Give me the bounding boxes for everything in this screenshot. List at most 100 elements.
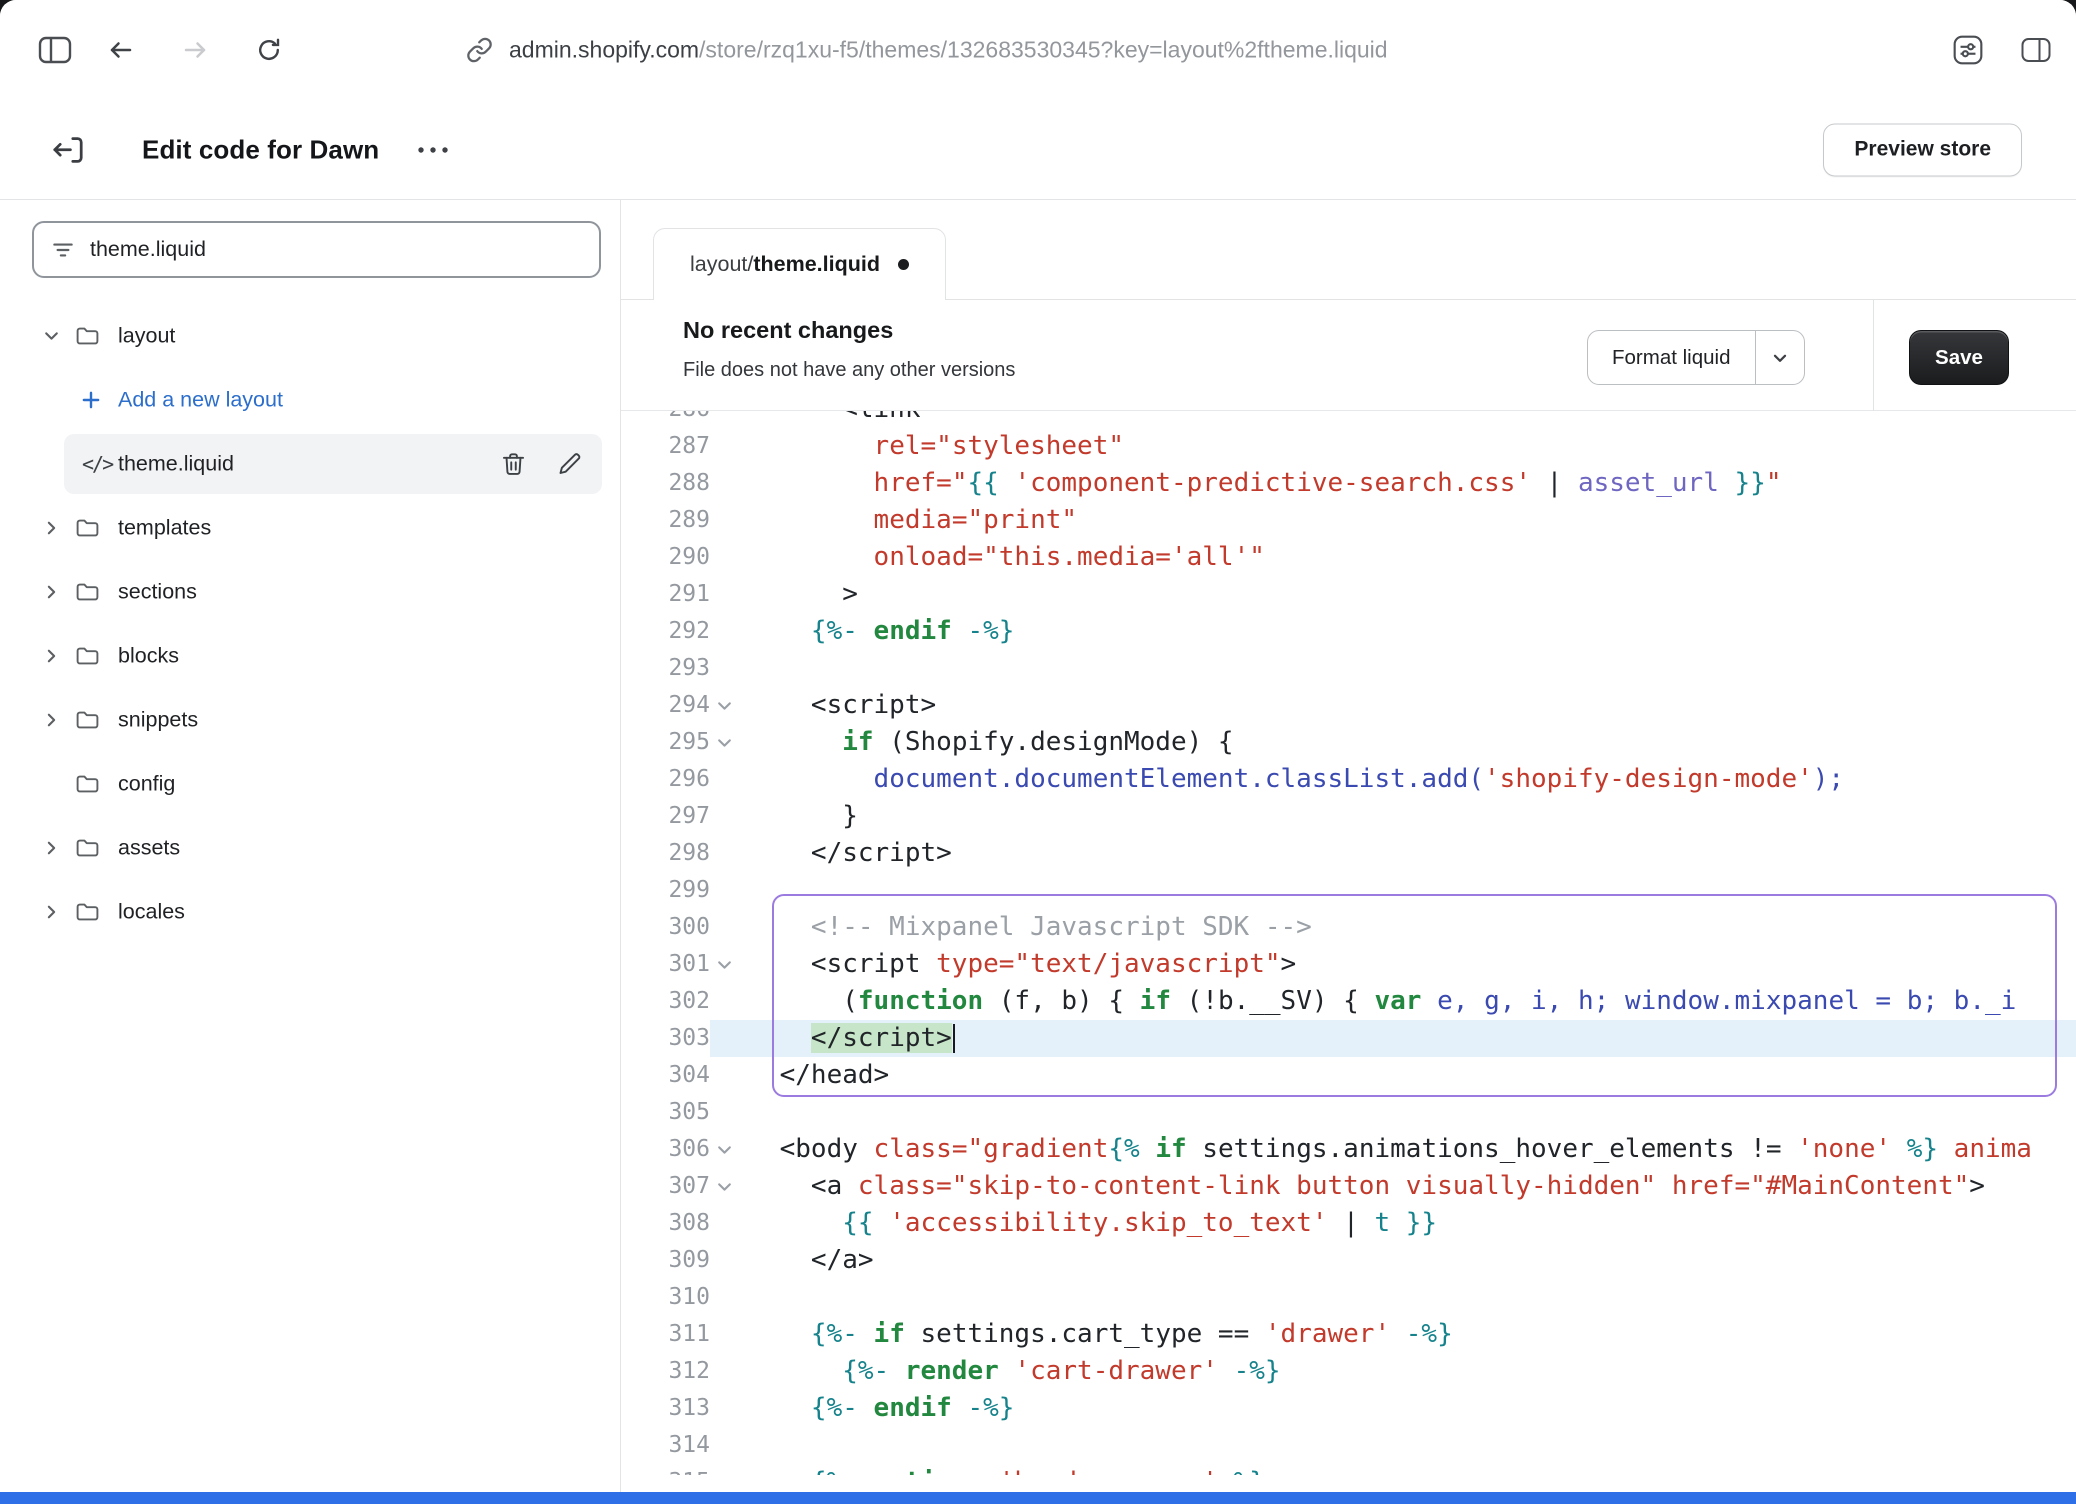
- code-text[interactable]: href="{{ 'component-predictive-search.cs…: [710, 465, 2076, 502]
- fold-chevron-icon[interactable]: [716, 1141, 733, 1158]
- code-text[interactable]: </a>: [710, 1242, 2076, 1279]
- code-text[interactable]: [710, 1427, 2076, 1464]
- sidebar-item-sections[interactable]: sections: [0, 560, 620, 624]
- chevron-down-icon[interactable]: [42, 327, 61, 346]
- fold-chevron-icon[interactable]: [716, 697, 733, 714]
- code-line-299[interactable]: 299: [621, 872, 2076, 909]
- more-options-button[interactable]: [416, 145, 450, 155]
- add-layout-button[interactable]: Add a new layout: [0, 368, 620, 432]
- code-line-309[interactable]: 309 </a>: [621, 1242, 2076, 1279]
- code-line-287[interactable]: 287 rel="stylesheet": [621, 428, 2076, 465]
- code-text[interactable]: {%- endif -%}: [710, 1390, 2076, 1427]
- delete-file-button[interactable]: [500, 451, 527, 478]
- url-field[interactable]: admin.shopify.com/store/rzq1xu-f5/themes…: [466, 37, 1388, 64]
- code-line-298[interactable]: 298 </script>: [621, 835, 2076, 872]
- code-text[interactable]: {%- endif -%}: [710, 613, 2076, 650]
- code-text[interactable]: media="print": [710, 502, 2076, 539]
- rename-file-button[interactable]: [556, 451, 583, 478]
- code-text[interactable]: document.documentElement.classList.add('…: [710, 761, 2076, 798]
- code-line-311[interactable]: 311 {%- if settings.cart_type == 'drawer…: [621, 1316, 2076, 1353]
- code-line-297[interactable]: 297 }: [621, 798, 2076, 835]
- code-text[interactable]: <script type="text/javascript">: [710, 946, 2076, 983]
- code-text[interactable]: <body class="gradient{% if settings.anim…: [710, 1131, 2076, 1168]
- chevron-down-icon[interactable]: [1756, 348, 1804, 368]
- code-text[interactable]: {% sections 'header-group' %}: [710, 1464, 2076, 1475]
- code-text[interactable]: {%- render 'cart-drawer' -%}: [710, 1353, 2076, 1390]
- code-text[interactable]: [710, 1279, 2076, 1316]
- back-icon[interactable]: [106, 35, 136, 65]
- code-text[interactable]: {{ 'accessibility.skip_to_text' | t }}: [710, 1205, 2076, 1242]
- extensions-icon[interactable]: [1952, 34, 1984, 66]
- code-text[interactable]: <script>: [710, 687, 2076, 724]
- sidebar-item-blocks[interactable]: blocks: [0, 624, 620, 688]
- code-line-302[interactable]: 302 (function (f, b) { if (!b.__SV) { va…: [621, 983, 2076, 1020]
- chevron-right-icon[interactable]: [42, 647, 61, 666]
- code-line-315[interactable]: 315 {% sections 'header-group' %}: [621, 1464, 2076, 1475]
- reload-icon[interactable]: [254, 35, 284, 65]
- file-search-input[interactable]: [90, 237, 583, 262]
- format-liquid-button[interactable]: Format liquid: [1587, 330, 1805, 385]
- fold-chevron-icon[interactable]: [716, 956, 733, 973]
- code-line-313[interactable]: 313 {%- endif -%}: [621, 1390, 2076, 1427]
- code-text[interactable]: </script>: [710, 835, 2076, 872]
- preview-store-button[interactable]: Preview store: [1823, 123, 2022, 176]
- sidebar-toggle-icon[interactable]: [38, 35, 72, 65]
- code-line-290[interactable]: 290 onload="this.media='all'": [621, 539, 2076, 576]
- sidebar-item-theme-liquid[interactable]: </>theme.liquid: [0, 432, 620, 496]
- sidebar-item-layout[interactable]: layout: [0, 304, 620, 368]
- sidebar-item-config[interactable]: config: [0, 752, 620, 816]
- save-button[interactable]: Save: [1909, 330, 2009, 385]
- fold-chevron-icon[interactable]: [716, 734, 733, 751]
- code-text[interactable]: [710, 1094, 2076, 1131]
- code-text[interactable]: onload="this.media='all'": [710, 539, 2076, 576]
- code-line-293[interactable]: 293: [621, 650, 2076, 687]
- code-line-288[interactable]: 288 href="{{ 'component-predictive-searc…: [621, 465, 2076, 502]
- code-text[interactable]: (function (f, b) { if (!b.__SV) { var e,…: [710, 983, 2076, 1020]
- code-line-312[interactable]: 312 {%- render 'cart-drawer' -%}: [621, 1353, 2076, 1390]
- sidebar-item-assets[interactable]: assets: [0, 816, 620, 880]
- code-text[interactable]: <!-- Mixpanel Javascript SDK -->: [710, 909, 2076, 946]
- exit-button[interactable]: [50, 132, 86, 168]
- code-text[interactable]: if (Shopify.designMode) {: [710, 724, 2076, 761]
- code-text[interactable]: <link: [710, 411, 2076, 428]
- code-editor[interactable]: 286 <link287 rel="stylesheet"288 href="{…: [621, 411, 2076, 1475]
- code-line-308[interactable]: 308 {{ 'accessibility.skip_to_text' | t …: [621, 1205, 2076, 1242]
- code-line-304[interactable]: 304 </head>: [621, 1057, 2076, 1094]
- code-line-305[interactable]: 305: [621, 1094, 2076, 1131]
- code-text[interactable]: </head>: [710, 1057, 2076, 1094]
- code-text[interactable]: >: [710, 576, 2076, 613]
- code-line-291[interactable]: 291 >: [621, 576, 2076, 613]
- code-line-289[interactable]: 289 media="print": [621, 502, 2076, 539]
- chevron-right-icon[interactable]: [42, 519, 61, 538]
- code-text[interactable]: [710, 872, 2076, 909]
- code-text[interactable]: rel="stylesheet": [710, 428, 2076, 465]
- code-line-294[interactable]: 294 <script>: [621, 687, 2076, 724]
- sidebar-item-locales[interactable]: locales: [0, 880, 620, 944]
- split-view-icon[interactable]: [2020, 35, 2052, 65]
- code-line-303[interactable]: 303 </script>: [621, 1020, 2076, 1057]
- fold-chevron-icon[interactable]: [716, 1178, 733, 1195]
- code-text[interactable]: <a class="skip-to-content-link button vi…: [710, 1168, 2076, 1205]
- tab-layout-theme-liquid[interactable]: layout/theme.liquid: [653, 228, 946, 300]
- code-text[interactable]: [710, 650, 2076, 687]
- code-line-300[interactable]: 300 <!-- Mixpanel Javascript SDK -->: [621, 909, 2076, 946]
- code-line-310[interactable]: 310: [621, 1279, 2076, 1316]
- sidebar-item-snippets[interactable]: snippets: [0, 688, 620, 752]
- code-text[interactable]: </script>: [710, 1020, 2076, 1057]
- file-search-box[interactable]: [32, 221, 601, 278]
- code-line-307[interactable]: 307 <a class="skip-to-content-link butto…: [621, 1168, 2076, 1205]
- code-line-314[interactable]: 314: [621, 1427, 2076, 1464]
- forward-icon[interactable]: [180, 35, 210, 65]
- sidebar-item-templates[interactable]: templates: [0, 496, 620, 560]
- code-line-286[interactable]: 286 <link: [621, 411, 2076, 428]
- chevron-right-icon[interactable]: [42, 583, 61, 602]
- code-text[interactable]: {%- if settings.cart_type == 'drawer' -%…: [710, 1316, 2076, 1353]
- code-line-296[interactable]: 296 document.documentElement.classList.a…: [621, 761, 2076, 798]
- code-line-292[interactable]: 292 {%- endif -%}: [621, 613, 2076, 650]
- code-line-306[interactable]: 306 <body class="gradient{% if settings.…: [621, 1131, 2076, 1168]
- chevron-right-icon[interactable]: [42, 903, 61, 922]
- code-text[interactable]: }: [710, 798, 2076, 835]
- chevron-right-icon[interactable]: [42, 711, 61, 730]
- chevron-right-icon[interactable]: [42, 839, 61, 858]
- code-line-301[interactable]: 301 <script type="text/javascript">: [621, 946, 2076, 983]
